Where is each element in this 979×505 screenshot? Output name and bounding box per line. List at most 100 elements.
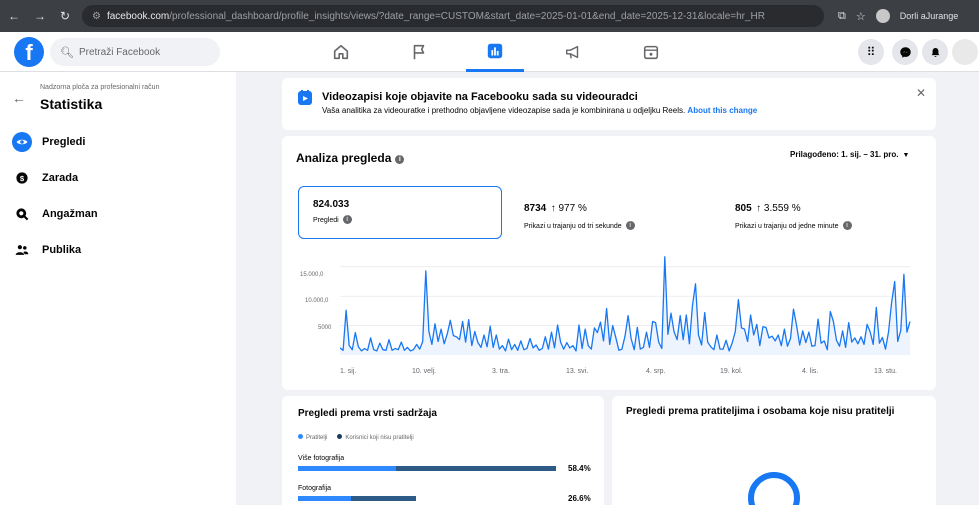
sidebar-item-angazman[interactable]: Angažman bbox=[12, 200, 222, 228]
messenger-bubble-icon bbox=[899, 46, 911, 58]
forward-arrow-icon[interactable]: → bbox=[34, 9, 46, 23]
people-icon bbox=[12, 240, 32, 260]
account-avatar[interactable] bbox=[952, 39, 978, 65]
page-title: Statistika bbox=[40, 96, 103, 112]
bar-track[interactable] bbox=[298, 496, 416, 501]
calendar-icon bbox=[643, 45, 659, 60]
sidebar: ← Nadzorna ploča za profesionalni račun … bbox=[0, 72, 236, 505]
bar-label: Više fotografija bbox=[298, 455, 345, 462]
messenger-icon[interactable] bbox=[892, 39, 918, 65]
facebook-header: f 🔍︎ Pretraži Facebook ⠿ bbox=[0, 32, 979, 72]
url-path: /professional_dashboard/profile_insights… bbox=[169, 10, 765, 22]
legend-swatch bbox=[337, 434, 343, 439]
analysis-title: Analiza pregleda i bbox=[296, 151, 405, 165]
metric-label: Prikazi u trajanju od jedne minute i bbox=[735, 221, 852, 230]
banner-title: Videozapisi koje objavite na Facebooku s… bbox=[322, 91, 638, 103]
metric-change: ↑ 977 % bbox=[550, 203, 587, 214]
banner-text: Vaša analitika za videouratke i prethodn… bbox=[322, 106, 757, 115]
eye-icon bbox=[12, 132, 32, 152]
close-icon[interactable]: ✕ bbox=[916, 86, 926, 100]
sidebar-item-publika[interactable]: Publika bbox=[12, 236, 222, 264]
search-input[interactable]: 🔍︎ Pretraži Facebook bbox=[50, 38, 220, 66]
tab-ads[interactable] bbox=[544, 32, 602, 72]
bar-track[interactable] bbox=[298, 466, 556, 471]
tab-calendar[interactable] bbox=[622, 32, 680, 72]
sidebar-item-zarada[interactable]: $ Zarada bbox=[12, 164, 222, 192]
legend-item-followers: Pratitelji bbox=[298, 434, 327, 441]
video-notice-icon bbox=[298, 90, 312, 105]
back-arrow-icon[interactable]: ← bbox=[8, 9, 20, 23]
facebook-logo-icon[interactable]: f bbox=[14, 37, 44, 67]
x-tick-label: 1. sij. bbox=[340, 368, 357, 375]
tab-insights[interactable] bbox=[466, 32, 524, 72]
bar-percent: 26.6% bbox=[568, 494, 591, 503]
metric-value: 805 bbox=[735, 203, 752, 214]
site-info-icon[interactable]: ⚙ bbox=[92, 11, 101, 22]
sidebar-item-label: Angažman bbox=[42, 208, 98, 220]
sidebar-item-pregledi[interactable]: Pregledi bbox=[12, 128, 222, 156]
bar-label: Fotografija bbox=[298, 485, 332, 492]
search-placeholder: Pretraži Facebook bbox=[78, 46, 161, 58]
sidebar-item-label: Pregledi bbox=[42, 136, 86, 148]
reload-icon[interactable]: ↻ bbox=[60, 9, 70, 23]
megaphone-icon bbox=[565, 45, 579, 59]
engagement-icon bbox=[12, 204, 32, 224]
sidebar-item-label: Publika bbox=[42, 244, 82, 256]
profile-avatar-icon[interactable] bbox=[875, 9, 890, 23]
tab-home[interactable] bbox=[312, 32, 370, 72]
date-range-label: Prilagođeno: 1. sij. – 31. pro. bbox=[790, 150, 899, 159]
insights-icon bbox=[487, 43, 503, 58]
date-range-dropdown[interactable]: Prilagođeno: 1. sij. – 31. pro. ▼ bbox=[790, 150, 909, 159]
info-banner bbox=[282, 78, 936, 130]
x-tick-label: 3. tra. bbox=[492, 368, 510, 375]
y-tick-label: 15.000,0 bbox=[300, 272, 324, 278]
menu-grid-icon[interactable]: ⠿ bbox=[858, 39, 884, 65]
metric-1min-views[interactable]: 805 ↑ 3.559 % Prikazi u trajanju od jedn… bbox=[735, 198, 852, 230]
banner-description: Vaša analitika za videouratke i prethodn… bbox=[322, 106, 686, 115]
x-tick-label: 4. lis. bbox=[802, 368, 819, 375]
followers-section-title: Pregledi prema pratiteljima i osobama ko… bbox=[626, 406, 895, 417]
bell-icon bbox=[931, 47, 939, 57]
info-icon[interactable]: i bbox=[842, 221, 852, 230]
notifications-bell-icon[interactable] bbox=[922, 39, 948, 65]
y-tick-label: 5000 bbox=[318, 325, 332, 331]
about-change-link[interactable]: About this change bbox=[687, 106, 757, 115]
x-tick-label: 4. srp. bbox=[646, 368, 666, 375]
metric-value: 824.033 bbox=[313, 199, 350, 210]
bar-percent: 58.4% bbox=[568, 464, 591, 473]
profile-label: Dorli aJurange bbox=[899, 11, 959, 21]
metric-change: ↑ 3.559 % bbox=[756, 203, 801, 214]
breadcrumb[interactable]: Nadzorna ploča za profesionalni račun bbox=[40, 84, 159, 91]
home-icon bbox=[333, 44, 349, 60]
legend-label: Korisnici koji nisu pratitelji bbox=[345, 435, 414, 441]
info-icon[interactable]: i bbox=[395, 155, 405, 164]
caret-down-icon: ▼ bbox=[902, 152, 910, 159]
flag-icon bbox=[413, 44, 425, 60]
search-icon: 🔍︎ bbox=[60, 46, 74, 59]
url-host: facebook.com bbox=[106, 10, 170, 22]
svg-text:$: $ bbox=[20, 174, 25, 183]
tab-pages[interactable] bbox=[390, 32, 448, 72]
metric-label: Prikazi u trajanju od tri sekunde i bbox=[524, 221, 635, 230]
info-icon[interactable]: i bbox=[625, 221, 635, 230]
x-tick-label: 13. stu. bbox=[874, 368, 897, 375]
back-arrow-icon[interactable]: ← bbox=[12, 90, 26, 106]
content-type-title: Pregledi prema vrsti sadržaja bbox=[298, 408, 437, 419]
browser-toolbar: ← → ↻ ⚙ facebook.com /professional_dashb… bbox=[0, 0, 979, 32]
dollar-icon: $ bbox=[12, 168, 32, 188]
bar-followers-fill bbox=[298, 466, 397, 471]
sidebar-item-label: Zarada bbox=[42, 172, 79, 184]
views-line-chart[interactable] bbox=[340, 255, 915, 360]
screenshot-icon[interactable]: ⧉ bbox=[838, 10, 846, 23]
x-tick-label: 13. svi. bbox=[566, 368, 589, 375]
legend-item-non-followers: Korisnici koji nisu pratitelji bbox=[337, 434, 414, 441]
legend: Pratitelji Korisnici koji nisu pratitelj… bbox=[298, 434, 414, 441]
bookmark-star-icon[interactable]: ☆ bbox=[856, 10, 866, 23]
metric-label: Pregledi i bbox=[313, 215, 487, 224]
info-icon[interactable]: i bbox=[342, 215, 352, 224]
metric-label-text: Prikazi u trajanju od tri sekunde bbox=[524, 223, 622, 230]
metric-3s-views[interactable]: 8734 ↑ 977 % Prikazi u trajanju od tri s… bbox=[524, 198, 635, 230]
legend-label: Pratitelji bbox=[306, 435, 328, 441]
address-bar[interactable]: ⚙ facebook.com /professional_dashboard/p… bbox=[82, 5, 824, 27]
metric-views[interactable]: 824.033 Pregledi i bbox=[298, 186, 502, 239]
